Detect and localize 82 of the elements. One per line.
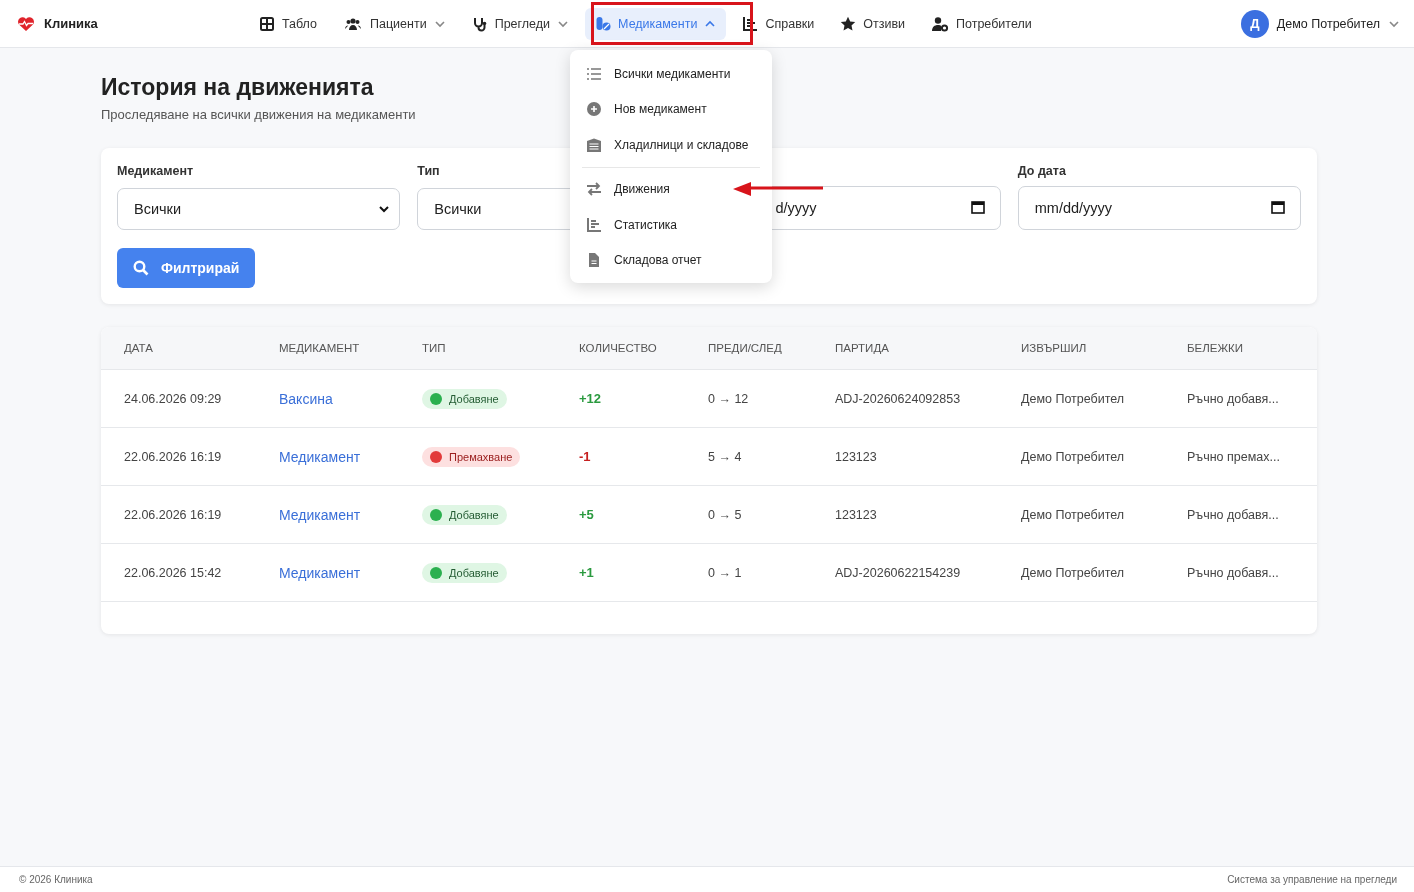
- column-header: ТИП: [422, 342, 447, 354]
- nav-item[interactable]: Табло: [249, 7, 327, 40]
- column-header: МЕДИКАМЕНТ: [279, 342, 361, 354]
- table-cell-text: Демо Потребител: [1021, 391, 1126, 406]
- quantity-cell-text: +1: [579, 565, 595, 580]
- date-field[interactable]: mm/dd/yyyy: [1017, 186, 1301, 230]
- nav-item[interactable]: Прегледи: [461, 7, 580, 40]
- chart-icon: [742, 15, 759, 32]
- quantity-cell-text: +5: [579, 507, 595, 522]
- brand-name[interactable]: Клиника: [44, 16, 98, 31]
- table-cell-text: Демо Потребител: [1021, 507, 1126, 522]
- page-subtitle: Проследяване на всички движения на медикаменти: [101, 107, 416, 122]
- table-cell-text: 123123: [835, 449, 878, 464]
- menu-item[interactable]: Всички медикаменти: [570, 56, 772, 92]
- nav-item[interactable]: Справки: [732, 7, 825, 40]
- footer-copyright: © 2026 Клиника: [19, 874, 93, 885]
- filter-button[interactable]: Филтрирай: [117, 248, 256, 288]
- field-label: До дата: [1017, 164, 1067, 180]
- nav-item[interactable]: Пациенти: [333, 7, 456, 40]
- column-header: БЕЛЕЖКИ: [1187, 342, 1245, 354]
- search-icon: [133, 260, 149, 276]
- warehouse-icon: [586, 136, 602, 153]
- table-cell-text: Демо Потребител: [1021, 449, 1126, 464]
- menu-item[interactable]: Складова отчет: [570, 242, 772, 278]
- column-header: ДАТА: [124, 342, 154, 354]
- table-cell-text: Ръчно добавя...: [1187, 507, 1280, 522]
- field-label: Медикамент: [117, 164, 195, 180]
- menu-item[interactable]: Хладилници и складове: [570, 127, 772, 163]
- nav-item[interactable]: Медикаменти: [585, 7, 727, 40]
- column-header: ИЗВЪРШИЛ: [1021, 342, 1088, 354]
- table-cell-text: 22.06.2026 16:19: [124, 449, 223, 464]
- nav-item[interactable]: Отзиви: [830, 7, 916, 40]
- type-badge: Добавяне: [422, 388, 507, 409]
- type-badge: Добавяне: [422, 504, 507, 525]
- exchange-icon: [586, 181, 602, 198]
- table-cell-text: 0 → 12: [708, 391, 750, 406]
- calendar-icon: [1271, 200, 1285, 214]
- table-cell-text: 5 → 4: [708, 449, 743, 464]
- quantity-cell-text: +12: [579, 391, 603, 406]
- menu-item[interactable]: Нов медикамент: [570, 91, 772, 127]
- stethoscope-icon: [471, 15, 488, 32]
- table-cell-text: 24.06.2026 09:29: [124, 391, 223, 406]
- nav-item[interactable]: Потребители: [921, 7, 1042, 40]
- footer-text: Система за управление на прегледи: [1227, 874, 1397, 885]
- column-header: ПАРТИДА: [835, 342, 890, 354]
- table-cell-text: Ръчно добавя...: [1187, 391, 1280, 406]
- type-badge: Премахване: [422, 446, 521, 467]
- table-cell-text: Ръчно добавя...: [1187, 565, 1280, 580]
- chevron-icon: [379, 204, 390, 214]
- calendar-icon: [970, 200, 985, 214]
- medication-link[interactable]: Медикамент: [279, 564, 422, 581]
- heart-icon: [17, 15, 35, 32]
- quantity-cell-text: -1: [579, 449, 592, 464]
- column-header: КОЛИЧЕСТВО: [579, 342, 658, 354]
- chart-icon: [586, 216, 602, 233]
- table-cell-text: 123123: [835, 507, 878, 522]
- plus-circle-icon: [586, 101, 602, 118]
- table-cell-text: Ръчно премах...: [1187, 449, 1281, 464]
- medication-link[interactable]: Ваксина: [279, 390, 422, 407]
- table-cell-text: 0 → 1: [708, 565, 743, 580]
- table-cell-text: 0 → 5: [708, 507, 743, 522]
- column-header: ПРЕДИ/СЛЕД: [708, 342, 783, 354]
- medication-select[interactable]: Всички: [117, 188, 401, 230]
- medication-link[interactable]: Медикамент: [279, 506, 422, 523]
- page-title: История на движенията: [101, 74, 374, 101]
- table-cell-text: ADJ-20260622154239: [835, 565, 962, 580]
- users-icon: [343, 15, 363, 32]
- user-avatar[interactable]: Д: [1240, 9, 1269, 38]
- grid-icon: [259, 15, 275, 32]
- table-cell-text: Демо Потребител: [1021, 565, 1126, 580]
- user-gear-icon: [931, 15, 950, 32]
- pills-icon: [595, 15, 612, 32]
- table-cell-text: 22.06.2026 16:19: [124, 507, 223, 522]
- star-icon: [840, 15, 857, 32]
- table-cell-text: ADJ-20260624092853: [835, 391, 962, 406]
- type-badge: Добавяне: [422, 562, 507, 583]
- list-icon: [586, 65, 602, 82]
- document-icon: [586, 252, 602, 269]
- user-name[interactable]: Демо Потребител: [1276, 16, 1380, 31]
- medication-link[interactable]: Медикамент: [279, 448, 422, 465]
- field-label: Тип: [417, 164, 441, 180]
- table-cell-text: 22.06.2026 15:42: [124, 565, 223, 580]
